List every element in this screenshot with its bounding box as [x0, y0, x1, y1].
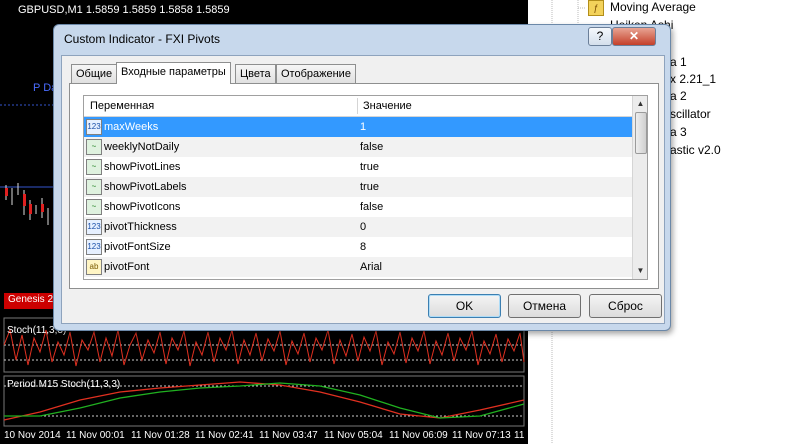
tab-input-parameters[interactable]: Входные параметры	[116, 62, 231, 84]
row-value[interactable]: true	[360, 161, 379, 173]
cancel-button[interactable]: Отмена	[508, 294, 581, 318]
boolean-icon: ~	[86, 199, 102, 215]
row-variable: maxWeeks	[104, 121, 159, 133]
table-row[interactable]: ~ showPivotLabels true	[84, 177, 632, 197]
row-value[interactable]: false	[360, 201, 383, 213]
row-value[interactable]: Arial	[360, 261, 382, 273]
row-value[interactable]: 8	[360, 241, 366, 253]
table-row[interactable]: 123 pivotThickness 0	[84, 217, 632, 237]
nav-item[interactable]: x 2.21_1	[670, 72, 716, 86]
row-value[interactable]: true	[360, 181, 379, 193]
number-icon: 123	[86, 239, 102, 255]
dialog-title: Custom Indicator - FXI Pivots	[64, 32, 221, 46]
parameters-grid[interactable]: Переменная Значение 123 maxWeeks 1 ~ wee…	[83, 95, 648, 280]
column-header-value[interactable]: Значение	[363, 100, 412, 112]
nav-item[interactable]: astic v2.0	[670, 143, 721, 157]
scroll-thumb[interactable]	[635, 112, 647, 154]
time-label: 11 Nov 00:01	[66, 430, 125, 441]
grid-header: Переменная Значение	[84, 96, 632, 117]
row-value[interactable]: 0	[360, 221, 366, 233]
boolean-icon: ~	[86, 159, 102, 175]
tab-general[interactable]: Общие	[71, 64, 118, 83]
reset-button[interactable]: Сброс	[589, 294, 662, 318]
time-label: 10 Nov 2014	[4, 430, 61, 441]
time-label: 11 Nov 01:28	[131, 430, 190, 441]
row-variable: showPivotIcons	[104, 201, 181, 213]
row-variable: pivotThickness	[104, 221, 177, 233]
custom-indicator-dialog[interactable]: Custom Indicator - FXI Pivots ? ✕ Общие …	[53, 24, 671, 331]
row-variable: pivotFont	[104, 261, 150, 273]
time-label: 11 Nov 03:47	[259, 430, 318, 441]
row-value[interactable]: false	[360, 141, 383, 153]
boolean-icon: ~	[86, 139, 102, 155]
table-row[interactable]: ~ weeklyNotDaily false	[84, 137, 632, 157]
nav-item[interactable]: a 3	[670, 125, 687, 139]
string-icon: ab	[86, 259, 102, 275]
close-button[interactable]: ✕	[612, 27, 656, 46]
dialog-client: Общие Входные параметры Цвета Отображени…	[61, 55, 665, 324]
row-variable: showPivotLabels	[104, 181, 187, 193]
vertical-scrollbar[interactable]: ▲ ▼	[632, 96, 647, 279]
row-variable: weeklyNotDaily	[104, 141, 180, 153]
nav-item[interactable]: scillator	[670, 107, 711, 121]
period-stoch-label: Period M15 Stoch(11,3,3)	[7, 379, 121, 390]
time-label: 11 Nov 05:04	[324, 430, 383, 441]
time-label: 11	[514, 430, 525, 441]
row-variable: showPivotLines	[104, 161, 181, 173]
time-label: 11 Nov 02:41	[195, 430, 254, 441]
column-header-variable[interactable]: Переменная	[90, 100, 154, 112]
number-icon: 123	[86, 219, 102, 235]
table-row[interactable]: ~ showPivotIcons false	[84, 197, 632, 217]
time-label: 11 Nov 06:09	[389, 430, 448, 441]
time-axis: 10 Nov 2014 11 Nov 00:01 11 Nov 01:28 11…	[0, 428, 528, 444]
table-row[interactable]: 123 maxWeeks 1	[84, 117, 632, 137]
row-variable: pivotFontSize	[104, 241, 171, 253]
tab-colors[interactable]: Цвета	[235, 64, 276, 83]
row-value[interactable]: 1	[360, 121, 366, 133]
scroll-up-icon[interactable]: ▲	[634, 97, 647, 111]
nav-item[interactable]: a 2	[670, 89, 687, 103]
scroll-down-icon[interactable]: ▼	[634, 264, 647, 278]
boolean-icon: ~	[86, 179, 102, 195]
tab-panel: Переменная Значение 123 maxWeeks 1 ~ wee…	[69, 83, 659, 289]
column-separator[interactable]	[357, 98, 358, 114]
ok-button[interactable]: OK	[428, 294, 501, 318]
nav-item[interactable]: a 1	[670, 55, 687, 69]
table-row[interactable]: 123 pivotFontSize 8	[84, 237, 632, 257]
nav-item[interactable]: Moving Average	[610, 0, 696, 14]
tab-visualization[interactable]: Отображение	[276, 64, 356, 83]
table-row[interactable]: ~ showPivotLines true	[84, 157, 632, 177]
custom-indicator-icon: ƒ	[588, 0, 604, 16]
number-icon: 123	[86, 119, 102, 135]
table-row[interactable]: ab pivotFont Arial	[84, 257, 632, 277]
time-label: 11 Nov 07:13	[452, 430, 511, 441]
help-button[interactable]: ?	[588, 27, 612, 46]
